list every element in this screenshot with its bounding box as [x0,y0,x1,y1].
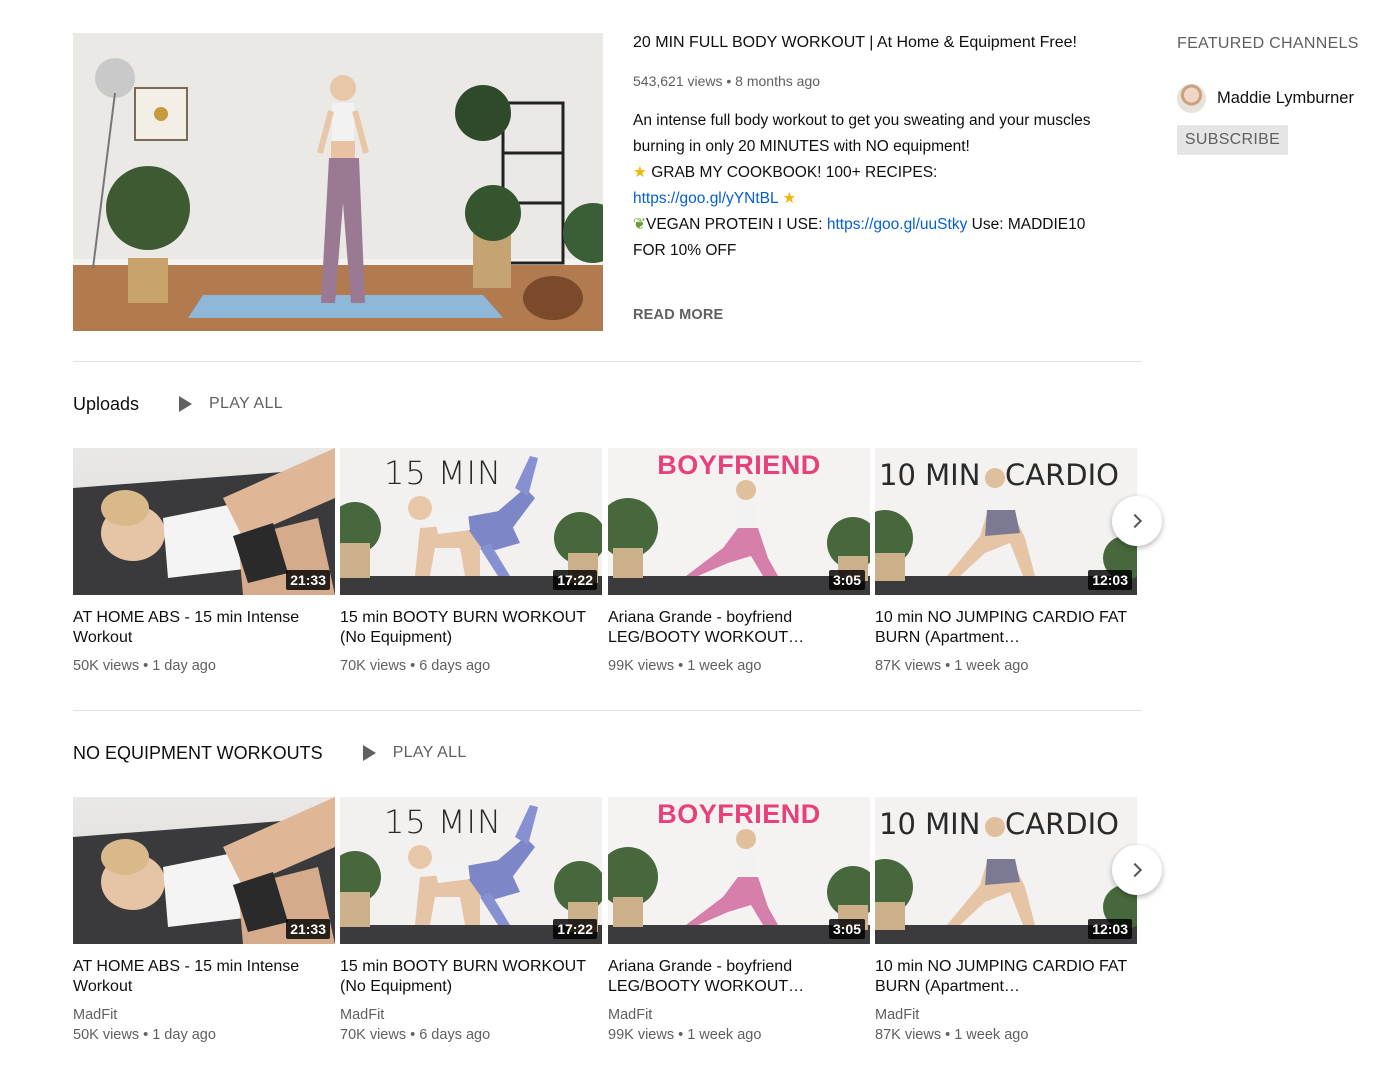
featured-video-title[interactable]: 20 MIN FULL BODY WORKOUT | At Home & Equ… [633,33,1142,53]
divider [73,361,1142,362]
video-duration: 12:03 [1088,919,1132,939]
featured-thumbnail-art [73,33,603,331]
thumbnail-overlay-text-right: CARDIO [1005,458,1119,492]
description-line-2: GRAB MY COOKBOOK! 100+ RECIPES: [651,164,938,181]
video-card[interactable]: 15 MIN 17:22 15 min BOOTY BURN WORKOUT (… [340,448,602,674]
play-all-label: PLAY ALL [392,744,467,761]
video-title[interactable]: 15 min BOOTY BURN WORKOUT (No Equipment) [340,608,602,648]
subscribe-button[interactable]: SUBSCRIBE [1177,125,1288,155]
video-meta: 50K views • 1 day ago [73,658,216,674]
video-meta: 50K views • 1 day ago [73,1027,216,1043]
next-arrow-button[interactable] [1112,496,1162,546]
chevron-right-icon [1127,513,1143,529]
video-card[interactable]: BOYFRIEND 3:05 Ariana Grande - boyfriend… [608,448,870,674]
video-title[interactable]: 10 min NO JUMPING CARDIO FAT BURN (Apart… [875,608,1137,648]
video-title[interactable]: AT HOME ABS - 15 min Intense Workout [73,608,335,648]
shelf-title[interactable]: Uploads [73,394,139,415]
video-thumbnail[interactable]: BOYFRIEND 3:05 [608,797,870,944]
shelf-title[interactable]: NO EQUIPMENT WORKOUTS [73,743,323,764]
video-meta: 70K views • 6 days ago [340,658,491,674]
video-card[interactable]: 10 MIN CARDIO 12:03 10 min NO JUMPING CA… [875,448,1137,674]
featured-video-description: An intense full body workout to get you … [633,108,1103,278]
video-thumbnail[interactable]: 10 MIN CARDIO 12:03 [875,448,1137,595]
protein-link[interactable]: https://goo.gl/uuStky [827,216,967,233]
play-all-button[interactable]: PLAY ALL [362,744,467,762]
thumbnail-overlay-text-left: 10 MIN [879,807,981,841]
description-line-1: An intense full body workout to get you … [633,112,1091,155]
featured-channel-item[interactable]: Maddie Lymburner [1177,84,1354,113]
video-thumbnail[interactable]: BOYFRIEND 3:05 [608,448,870,595]
star-icon: ★ [633,164,647,181]
video-duration: 12:03 [1088,570,1132,590]
video-duration: 17:22 [553,570,597,590]
sprout-icon: ❦ [633,216,646,233]
video-meta: 99K views • 1 week ago [608,1027,762,1043]
shelf-header-uploads: Uploads PLAY ALL [73,392,283,416]
avatar[interactable] [1177,84,1206,113]
video-duration: 3:05 [828,570,865,590]
thumbnail-overlay-text-left: 10 MIN [879,458,981,492]
read-more-button[interactable]: READ MORE [633,307,723,323]
video-thumbnail[interactable]: 15 MIN 17:22 [340,797,602,944]
featured-video-info: 20 MIN FULL BODY WORKOUT | At Home & Equ… [633,33,1142,323]
video-channel[interactable]: MadFit [73,1007,335,1023]
thumbnail-overlay-text: BOYFRIEND [657,799,821,829]
next-arrow-button[interactable] [1112,845,1162,895]
shelf-header-no-equipment: NO EQUIPMENT WORKOUTS PLAY ALL [73,741,467,765]
description-line-3: VEGAN PROTEIN I USE: [646,216,823,233]
video-channel[interactable]: MadFit [875,1007,1137,1023]
featured-channels-title: FEATURED CHANNELS [1177,35,1359,52]
star-icon: ★ [782,190,797,207]
thumbnail-overlay-text-right: CARDIO [1005,807,1119,841]
video-duration: 3:05 [828,919,865,939]
video-meta: 70K views • 6 days ago [340,1027,491,1043]
video-duration: 17:22 [553,919,597,939]
play-icon [179,396,193,412]
thumbnail-overlay-text: BOYFRIEND [657,450,821,480]
video-card[interactable]: 21:33 AT HOME ABS - 15 min Intense Worko… [73,797,335,1043]
video-duration: 21:33 [286,919,330,939]
play-all-label: PLAY ALL [209,395,283,412]
video-thumbnail[interactable]: 21:33 [73,797,335,944]
featured-video-thumbnail[interactable] [73,33,603,331]
video-title[interactable]: Ariana Grande - boyfriend LEG/BOOTY WORK… [608,957,870,997]
play-icon [362,745,376,761]
video-title[interactable]: 10 min NO JUMPING CARDIO FAT BURN (Apart… [875,957,1137,997]
featured-video: 20 MIN FULL BODY WORKOUT | At Home & Equ… [73,33,1142,333]
cookbook-link[interactable]: https://goo.gl/yYNtBL [633,190,778,207]
video-channel[interactable]: MadFit [340,1007,602,1023]
video-channel[interactable]: MadFit [608,1007,870,1023]
video-title[interactable]: 15 min BOOTY BURN WORKOUT (No Equipment) [340,957,602,997]
video-card[interactable]: BOYFRIEND 3:05 Ariana Grande - boyfriend… [608,797,870,1043]
video-thumbnail[interactable]: 21:33 [73,448,335,595]
video-title[interactable]: Ariana Grande - boyfriend LEG/BOOTY WORK… [608,608,870,648]
video-thumbnail[interactable]: 10 MIN CARDIO 12:03 [875,797,1137,944]
thumbnail-overlay-text: 15 MIN [384,803,502,841]
video-title[interactable]: AT HOME ABS - 15 min Intense Workout [73,957,335,997]
video-meta: 87K views • 1 week ago [875,1027,1029,1043]
video-card[interactable]: 10 MIN CARDIO 12:03 10 min NO JUMPING CA… [875,797,1137,1043]
video-thumbnail[interactable]: 15 MIN 17:22 [340,448,602,595]
divider [73,710,1142,711]
channel-name[interactable]: Maddie Lymburner [1217,89,1354,108]
featured-video-meta: 543,621 views • 8 months ago [633,73,821,89]
video-meta: 99K views • 1 week ago [608,658,762,674]
chevron-right-icon [1127,862,1143,878]
play-all-button[interactable]: PLAY ALL [179,395,283,413]
video-card[interactable]: 15 MIN 17:22 15 min BOOTY BURN WORKOUT (… [340,797,602,1043]
video-duration: 21:33 [286,570,330,590]
video-card[interactable]: 21:33 AT HOME ABS - 15 min Intense Worko… [73,448,335,674]
thumbnail-overlay-text: 15 MIN [384,454,502,492]
video-meta: 87K views • 1 week ago [875,658,1029,674]
